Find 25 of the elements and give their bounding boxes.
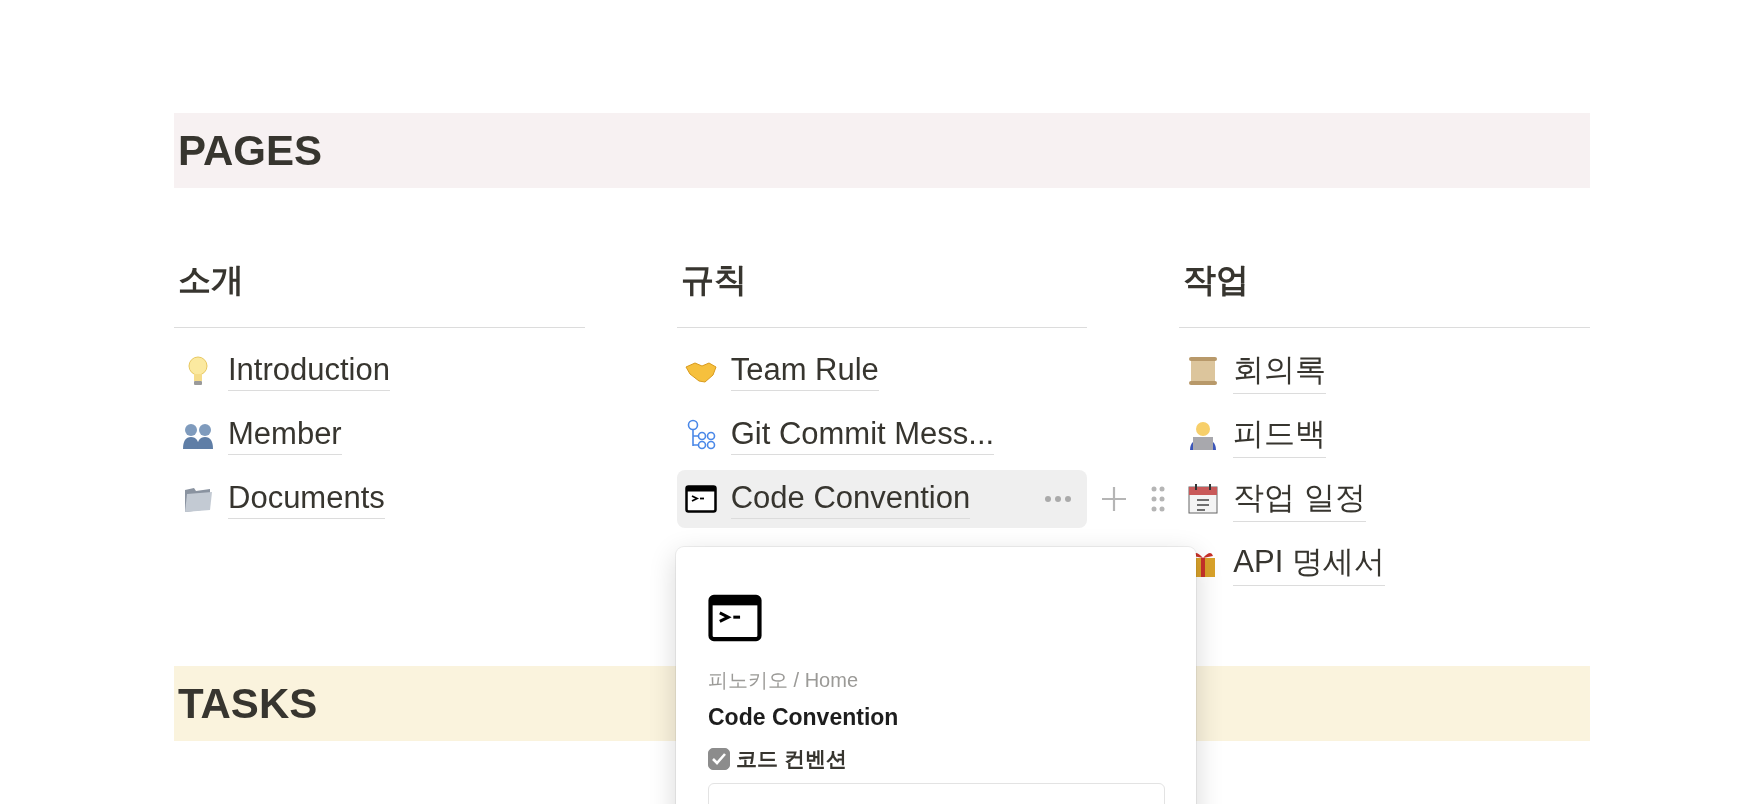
- calendar-icon: [1187, 483, 1220, 515]
- plus-icon[interactable]: [1101, 486, 1128, 512]
- more-icon[interactable]: [1045, 496, 1072, 502]
- column-heading: 소개: [174, 258, 585, 328]
- column-heading: 작업: [1179, 258, 1590, 328]
- checkmark-icon: [711, 752, 727, 766]
- page-link[interactable]: 피드백: [1233, 412, 1327, 458]
- page-link[interactable]: Introduction: [228, 351, 390, 391]
- drag-handle-icon[interactable]: [1151, 486, 1166, 512]
- page-link[interactable]: Code Convention: [730, 479, 971, 519]
- page-link[interactable]: Documents: [228, 479, 385, 519]
- page-link[interactable]: API 명세서: [1233, 540, 1385, 586]
- preview-title: Code Convention: [708, 704, 900, 731]
- page-link[interactable]: 회의록: [1233, 348, 1327, 394]
- page-link[interactable]: Git Commit Mess...: [730, 415, 995, 455]
- page-link[interactable]: 작업 일정: [1233, 476, 1366, 522]
- section-header: PAGES: [174, 113, 1590, 188]
- page-link[interactable]: Member: [228, 415, 342, 455]
- page-link[interactable]: Team Rule: [730, 351, 879, 391]
- terminal-icon: [684, 483, 717, 515]
- checkbox[interactable]: [708, 748, 730, 770]
- property-label: 코드 컨벤션: [736, 746, 847, 772]
- scroll-icon: [1187, 355, 1220, 387]
- breadcrumb: 피노키오 / Home: [708, 668, 860, 693]
- column-heading: 규칙: [676, 258, 1088, 328]
